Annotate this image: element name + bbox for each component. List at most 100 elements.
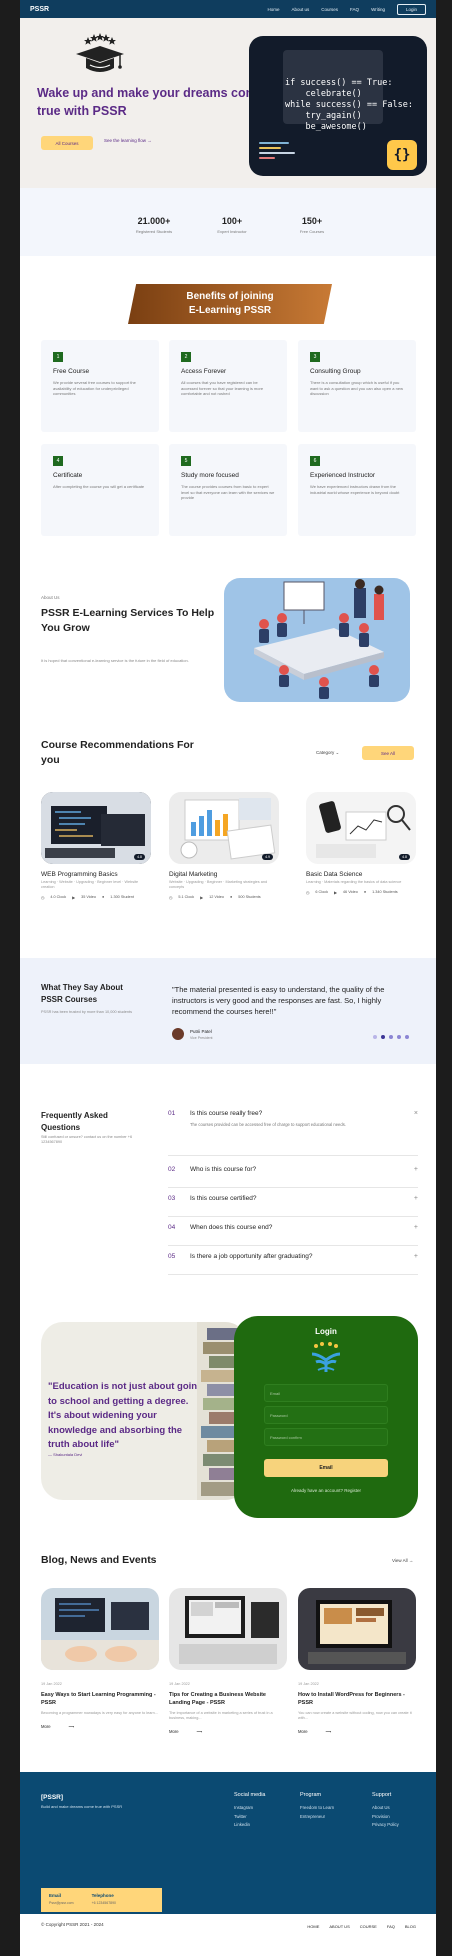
about-label: About Us — [41, 595, 60, 600]
course-duration: 5.1 Clock — [178, 895, 195, 899]
footer-link-instagram[interactable]: Instagram — [234, 1804, 266, 1813]
course-thumbnail: 4.9 — [169, 792, 279, 864]
bottom-link-about[interactable]: ABOUT US — [329, 1924, 349, 1929]
video-icon: ▶ — [334, 891, 337, 895]
stat-value: 150+ — [301, 216, 323, 226]
clock-icon: ◷ — [41, 896, 45, 900]
benefit-title: Certificate — [53, 472, 83, 479]
number-icon: 6 — [310, 456, 320, 466]
benefit-desc: After completing the course you will get… — [53, 484, 145, 489]
rating-badge: 4.8 — [134, 854, 145, 860]
footer-link-linkedin[interactable]: Linkedin — [234, 1821, 266, 1830]
number-icon: 4 — [53, 456, 63, 466]
all-courses-button[interactable]: All Courses — [41, 136, 93, 150]
plus-icon[interactable]: + — [414, 1224, 418, 1231]
video-icon: ▶ — [200, 896, 204, 900]
close-icon[interactable]: × — [414, 1110, 418, 1117]
footer-link-twitter[interactable]: Twitter — [234, 1813, 266, 1822]
view-all-link[interactable]: View All → — [392, 1558, 413, 1563]
course-card[interactable]: 4.8 WEB Programming Basics Learning · We… — [41, 792, 151, 900]
password-field[interactable]: Password — [264, 1406, 388, 1424]
brand-logo[interactable]: PSSR — [30, 6, 49, 13]
faq-number: 04 — [168, 1224, 176, 1231]
carousel-dot[interactable] — [373, 1035, 377, 1039]
see-all-button[interactable]: See All — [362, 746, 414, 760]
register-link[interactable]: Already have an account? Register — [234, 1488, 418, 1493]
learning-flow-link[interactable]: See the learning flow → — [104, 138, 152, 143]
nav-link-about[interactable]: About us — [292, 7, 310, 12]
course-card[interactable]: 4.9 Digital Marketing Website · Upgradin… — [169, 792, 279, 900]
nav-link-faq[interactable]: FAQ — [350, 7, 359, 12]
carousel-dot[interactable] — [389, 1035, 393, 1039]
faq-question: Is this course certified? — [190, 1195, 257, 1202]
number-icon: 3 — [310, 352, 320, 362]
plus-icon[interactable]: + — [414, 1166, 418, 1173]
footer-link-privacy[interactable]: Privacy Policy — [372, 1821, 399, 1830]
blog-post-card[interactable]: 19 Jan 2022 Easy Ways to Start Learning … — [41, 1588, 159, 1729]
testimonial-role: Vice President — [190, 1036, 213, 1040]
course-thumbnail: 4.8 — [41, 792, 151, 864]
carousel-dot[interactable] — [405, 1035, 409, 1039]
benefit-desc: The course provides courses from basic t… — [181, 484, 275, 500]
faq-number: 03 — [168, 1195, 176, 1202]
faq-item[interactable]: 03 Is this course certified? + — [168, 1195, 418, 1217]
blog-title: Blog, News and Events — [41, 1554, 157, 1566]
course-meta: ◷ 5.1 Clock ▶ 12 Video ● 500 Students — [169, 895, 279, 900]
benefit-desc: We have experienced instructors drawn fr… — [310, 484, 400, 495]
nav-login-button[interactable]: Login — [396, 3, 426, 15]
nav-links: Home About us Courses FAQ Writing Login — [268, 3, 426, 15]
tree-logo-icon — [311, 1342, 341, 1372]
footer-link-freedom[interactable]: Freedom to Learn — [300, 1804, 334, 1813]
plus-icon[interactable]: + — [414, 1195, 418, 1202]
post-more-link[interactable]: More — [298, 1729, 308, 1734]
nav-link-writing[interactable]: Writing — [371, 7, 385, 12]
benefits-banner: Benefits of joining E-Learning PSSR — [128, 284, 332, 324]
course-card[interactable]: 4.8 Basic Data Science Learning · Materi… — [306, 792, 416, 895]
plus-icon[interactable]: + — [414, 1253, 418, 1260]
bottom-link-course[interactable]: COURSE — [360, 1924, 377, 1929]
bottom-link-blog[interactable]: BLOG — [405, 1924, 416, 1929]
footer-heading: Program — [300, 1792, 322, 1798]
nav-link-courses[interactable]: Courses — [321, 7, 338, 12]
faq-item[interactable]: 01 Is this course really free? × The cours… — [168, 1110, 418, 1156]
course-meta: ◷ 6 Clock ▶ 46 Video ● 1.340 Students — [306, 890, 416, 895]
bottom-link-home[interactable]: HOME — [307, 1924, 319, 1929]
faq-question: Is there a job opportunity after graduat… — [190, 1253, 313, 1260]
arrow-right-icon[interactable]: ⟶ — [69, 1724, 75, 1729]
blog-post-card[interactable]: 19 Jan 2022 How to Install WordPress for… — [298, 1588, 416, 1734]
stat-label: Expert Instructor — [217, 229, 247, 234]
rating-badge: 4.8 — [399, 854, 410, 860]
contact-email: Email Pssr@pssr.com — [49, 1893, 74, 1907]
footer-link-provision[interactable]: Provision — [372, 1813, 399, 1822]
arrow-right-icon[interactable]: ⟶ — [197, 1729, 203, 1734]
benefit-desc: All courses that you have registered can… — [181, 380, 264, 396]
faq-item[interactable]: 04 When does this course end? + — [168, 1224, 418, 1246]
nav-link-home[interactable]: Home — [268, 7, 280, 12]
faq-item[interactable]: 02 Who is this course for? + — [168, 1166, 418, 1188]
password-confirm-field[interactable]: Password confirm — [264, 1428, 388, 1446]
footer-link-entrepreneur[interactable]: Entrepreneur — [300, 1813, 334, 1822]
arrow-right-icon[interactable]: ⟶ — [326, 1729, 332, 1734]
bottom-link-faq[interactable]: FAQ — [387, 1924, 395, 1929]
course-videos: 35 Video — [81, 895, 96, 899]
stat-courses: 150+ Free Courses — [282, 216, 342, 234]
post-more-link[interactable]: More — [169, 1729, 179, 1734]
contact-value[interactable]: +6 1234567890 — [92, 1901, 116, 1905]
footer-column-program: Program Freedom to Learn Entrepreneur — [300, 1792, 334, 1821]
course-students: 1.340 Students — [372, 890, 398, 894]
carousel-dot[interactable] — [397, 1035, 401, 1039]
category-dropdown[interactable]: Category ⌄ — [316, 750, 339, 756]
post-more-link[interactable]: More — [41, 1724, 51, 1729]
email-field[interactable]: Email — [264, 1384, 388, 1402]
testimonials-section: What They Say About PSSR Courses PSSR ha… — [20, 958, 436, 1064]
contact-value[interactable]: Pssr@pssr.com — [49, 1901, 74, 1905]
footer-link-about[interactable]: About Us — [372, 1804, 399, 1813]
footer-brand[interactable]: [PSSR] — [41, 1794, 63, 1801]
faq-item[interactable]: 05 Is there a job opportunity after gradu… — [168, 1253, 418, 1275]
blog-post-card[interactable]: 19 Jan 2022 Tips for Creating a Business… — [169, 1588, 287, 1734]
email-login-button[interactable]: Email — [264, 1459, 388, 1477]
course-videos: 12 Video — [209, 895, 224, 899]
carousel-dot[interactable] — [381, 1035, 385, 1039]
contact-label: Email — [49, 1893, 62, 1898]
number-icon: 2 — [181, 352, 191, 362]
